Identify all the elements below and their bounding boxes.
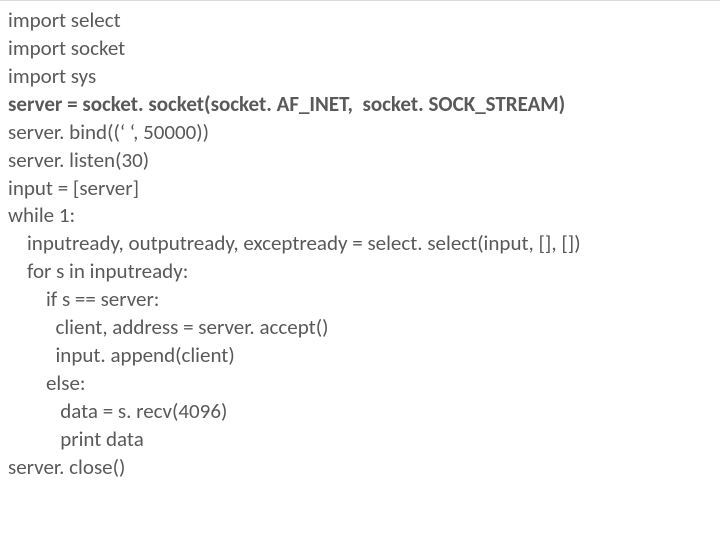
code-line: server. bind((‘ ‘, 50000)) [8, 119, 712, 147]
code-line: else: [8, 370, 712, 398]
code-line: input = [server] [8, 175, 712, 203]
code-line: import select [8, 7, 712, 35]
code-line: if s == server: [8, 286, 712, 314]
code-line: inputready, outputready, exceptready = s… [8, 230, 712, 258]
code-line: server = socket. socket(socket. AF_INET,… [8, 91, 712, 119]
code-line: data = s. recv(4096) [8, 398, 712, 426]
code-line: client, address = server. accept() [8, 314, 712, 342]
code-line: print data [8, 426, 712, 454]
code-line: import sys [8, 63, 712, 91]
code-line: import socket [8, 35, 712, 63]
code-line: server. close() [8, 454, 712, 482]
code-block: import selectimport socketimport sysserv… [8, 7, 712, 482]
code-line: for s in inputready: [8, 258, 712, 286]
code-line: while 1: [8, 202, 712, 230]
code-line: server. listen(30) [8, 147, 712, 175]
code-line: input. append(client) [8, 342, 712, 370]
code-slide: import selectimport socketimport sysserv… [0, 0, 720, 482]
